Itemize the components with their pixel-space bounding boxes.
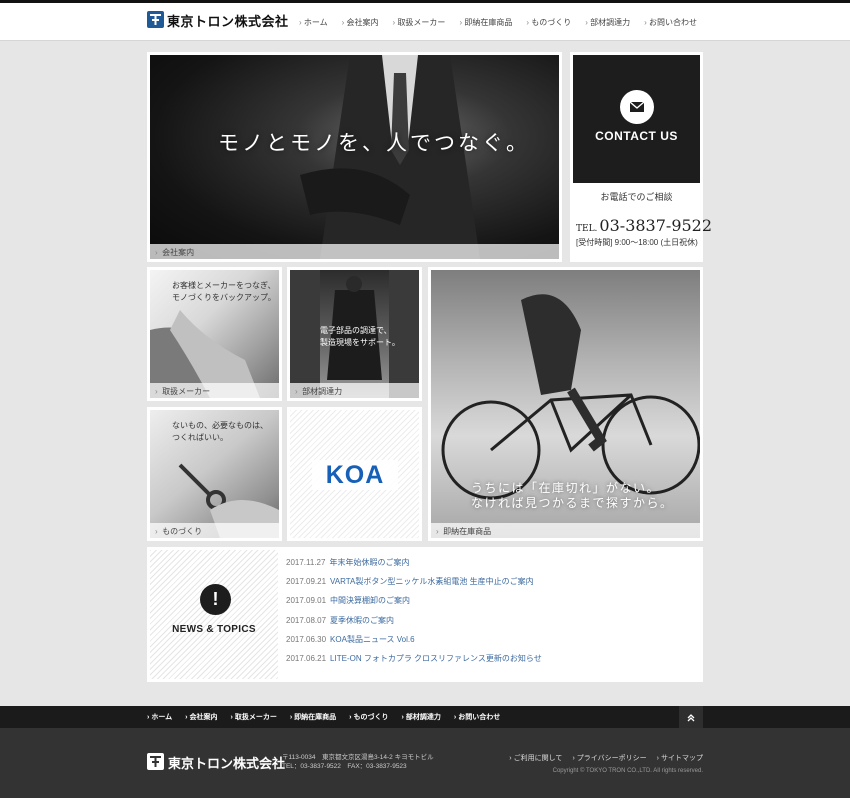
news-item: 2017.09.01 中間決算棚卸のご案内 — [286, 595, 542, 614]
tel-prefix: TEL. — [576, 224, 598, 234]
contact-panel[interactable]: CONTACT US — [573, 55, 700, 183]
news-date: 2017.09.01 — [286, 596, 327, 606]
news-item: 2017.11.27 年末年始休暇のご案内 — [286, 557, 542, 576]
businessman-illustration — [300, 55, 480, 259]
footer-phone-fax: TEL：03-3837-9522 FAX：03-3837-9523 — [282, 763, 407, 770]
nav-procurement[interactable]: 部材調達力 — [585, 17, 630, 28]
footer-nav-company[interactable]: 会社案内 — [185, 712, 217, 722]
footer-company-name[interactable]: 東京トロン株式会社 — [168, 753, 285, 772]
stock-tile[interactable]: うちには「在庫切れ」がない。 なければ見つかるまで探すから。 即納在庫商品 — [428, 267, 703, 541]
news-item: 2017.06.21 LITE-ON フォトカプラ クロスリファレンス更新のお知ら… — [286, 653, 542, 672]
koa-logo[interactable]: KOA — [312, 461, 398, 490]
stock-copy-1: うちには「在庫切れ」がない。 — [471, 481, 661, 495]
monozukuri-caption[interactable]: ものづくり — [150, 523, 279, 538]
makers-caption[interactable]: 取扱メーカー — [150, 383, 279, 398]
news-date: 2017.11.27 — [286, 558, 326, 567]
global-nav: ホーム 会社案内 取扱メーカー 即納在庫商品 ものづくり 部材調達力 お問い合わ… — [299, 17, 697, 28]
footer-nav-contact[interactable]: お問い合わせ — [454, 712, 500, 722]
nav-monozukuri[interactable]: ものづくり — [526, 17, 571, 28]
news-item: 2017.09.21 VARTA製ボタン型ニッケル水素組電池 生産中止のご案内 — [286, 576, 542, 595]
news-link[interactable]: VARTA製ボタン型ニッケル水素組電池 生産中止のご案内 — [330, 577, 534, 586]
procurement-caption[interactable]: 部材調達力 — [290, 383, 419, 398]
tel-value: 03-3837-9522 — [599, 216, 713, 235]
footer-nav: ホーム 会社案内 取扱メーカー 即納在庫商品 ものづくり 部材調達力 お問い合わ… — [147, 712, 500, 722]
warehouse-image: 電子部品の調達で、 製造現場をサポート。 部材調達力 — [290, 270, 419, 398]
news-label-panel: ! NEWS & TOPICS — [150, 550, 278, 679]
monozukuri-copy-2: つくればいい。 — [172, 433, 228, 442]
copyright: Copyright © TOKYO TRON CO.,LTD. All righ… — [552, 768, 703, 774]
company-logo-icon[interactable] — [147, 11, 164, 28]
footer-nav-home[interactable]: ホーム — [147, 712, 172, 722]
news-date: 2017.06.21 — [286, 653, 327, 663]
news-list: 2017.11.27 年末年始休暇のご案内 2017.09.21 VARTA製ボタン… — [286, 557, 542, 672]
news-title: NEWS & TOPICS — [172, 624, 256, 635]
envelope-icon — [620, 90, 654, 124]
handshake-image: お客様とメーカーをつなぎ、 モノづくりをバックアップ。 取扱メーカー — [150, 270, 279, 398]
news-link[interactable]: 中間決算棚卸のご案内 — [330, 596, 410, 605]
footer-link-sitemap[interactable]: サイトマップ — [657, 753, 703, 763]
news-link[interactable]: LITE-ON フォトカプラ クロスリファレンス更新のお知らせ — [330, 654, 542, 663]
makers-copy-1: お客様とメーカーをつなぎ、 — [172, 281, 276, 290]
page-top-button[interactable] — [679, 706, 703, 728]
news-date: 2017.08.07 — [286, 615, 327, 625]
footer-nav-bar: ホーム 会社案内 取扱メーカー 即納在庫商品 ものづくり 部材調達力 お問い合わ… — [0, 706, 850, 728]
procurement-tile[interactable]: 電子部品の調達で、 製造現場をサポート。 部材調達力 — [287, 267, 422, 401]
footer-nav-monozukuri[interactable]: ものづくり — [349, 712, 389, 722]
news-section: ! NEWS & TOPICS 2017.11.27 年末年始休暇のご案内 201… — [147, 547, 703, 682]
business-hours: [受付時間] 9:00～18:00 (土日祝休) — [576, 238, 698, 247]
footer-logo-icon[interactable] — [147, 753, 164, 770]
phone-number: TEL. 03-3837-9522 — [576, 216, 712, 235]
news-item: 2017.06.30 KOA製品ニュース Vol.6 — [286, 634, 542, 653]
nav-company[interactable]: 会社案内 — [342, 17, 379, 28]
monozukuri-tile[interactable]: ないもの、必要なものは、 つくればいい。 ものづくり — [147, 407, 282, 541]
site-header: 東京トロン株式会社 ホーム 会社案内 取扱メーカー 即納在庫商品 ものづくり 部… — [0, 3, 850, 41]
news-link[interactable]: 夏季休暇のご案内 — [330, 616, 394, 625]
bicycle-image: うちには「在庫切れ」がない。 なければ見つかるまで探すから。 即納在庫商品 — [431, 270, 700, 538]
contact-tile[interactable]: CONTACT US お電話でのご相談 TEL. 03-3837-9522 [受付… — [570, 52, 712, 262]
nav-stock[interactable]: 即納在庫商品 — [459, 17, 512, 28]
news-link[interactable]: KOA製品ニュース Vol.6 — [330, 635, 415, 644]
koa-banner: KOA — [290, 410, 419, 538]
hero-tile[interactable]: モノとモノを、人でつなぐ。 会社案内 — [147, 52, 562, 262]
hero-image: モノとモノを、人でつなぐ。 会社案内 — [150, 55, 559, 259]
stock-copy: うちには「在庫切れ」がない。 なければ見つかるまで探すから。 — [471, 481, 674, 511]
procurement-copy-2: 製造現場をサポート。 — [320, 338, 400, 347]
news-date: 2017.06.30 — [286, 634, 327, 644]
monozukuri-copy-1: ないもの、必要なものは、 — [172, 421, 268, 430]
nav-contact[interactable]: お問い合わせ — [644, 17, 697, 28]
news-item: 2017.08.07 夏季休暇のご案内 — [286, 615, 542, 634]
nav-home[interactable]: ホーム — [299, 17, 328, 28]
hero-caption[interactable]: 会社案内 — [150, 244, 559, 259]
double-chevron-up-icon — [687, 713, 695, 722]
footer-link-terms[interactable]: ご利用に関して — [509, 753, 563, 763]
footer-nav-stock[interactable]: 即納在庫商品 — [290, 712, 336, 722]
stock-caption[interactable]: 即納在庫商品 — [431, 523, 700, 538]
nav-makers[interactable]: 取扱メーカー — [393, 17, 445, 28]
procurement-copy-1: 電子部品の調達で、 — [320, 326, 392, 335]
stock-copy-2: なければ見つかるまで探すから。 — [471, 496, 674, 510]
company-name[interactable]: 東京トロン株式会社 — [167, 11, 289, 30]
footer-nav-procurement[interactable]: 部材調達力 — [402, 712, 441, 722]
footer-link-privacy[interactable]: プライバシーポリシー — [572, 753, 647, 763]
footer-links: ご利用に関して プライバシーポリシー サイトマップ — [509, 753, 703, 763]
footer-address-block: 〒113-0034 東京都文京区湯島3-14-2 キヨモトビル TEL：03-3… — [282, 753, 434, 771]
makers-tile[interactable]: お客様とメーカーをつなぎ、 モノづくりをバックアップ。 取扱メーカー — [147, 267, 282, 401]
makers-copy-2: モノづくりをバックアップ。 — [172, 293, 276, 302]
hero-headline: モノとモノを、人でつなぐ。 — [218, 131, 530, 155]
koa-tile[interactable]: KOA — [287, 407, 422, 541]
exclamation-icon: ! — [200, 584, 231, 615]
phone-consult-label: お電話でのご相談 — [600, 192, 673, 202]
footer-address: 〒113-0034 東京都文京区湯島3-14-2 キヨモトビル — [282, 754, 434, 761]
site-footer: 東京トロン株式会社 〒113-0034 東京都文京区湯島3-14-2 キヨモトビ… — [0, 728, 850, 798]
footer-nav-makers[interactable]: 取扱メーカー — [230, 712, 277, 722]
key-image: ないもの、必要なものは、 つくればいい。 ものづくり — [150, 410, 279, 538]
contact-us-title: CONTACT US — [595, 129, 678, 143]
news-date: 2017.09.21 — [286, 577, 327, 587]
news-link[interactable]: 年末年始休暇のご案内 — [329, 558, 409, 567]
